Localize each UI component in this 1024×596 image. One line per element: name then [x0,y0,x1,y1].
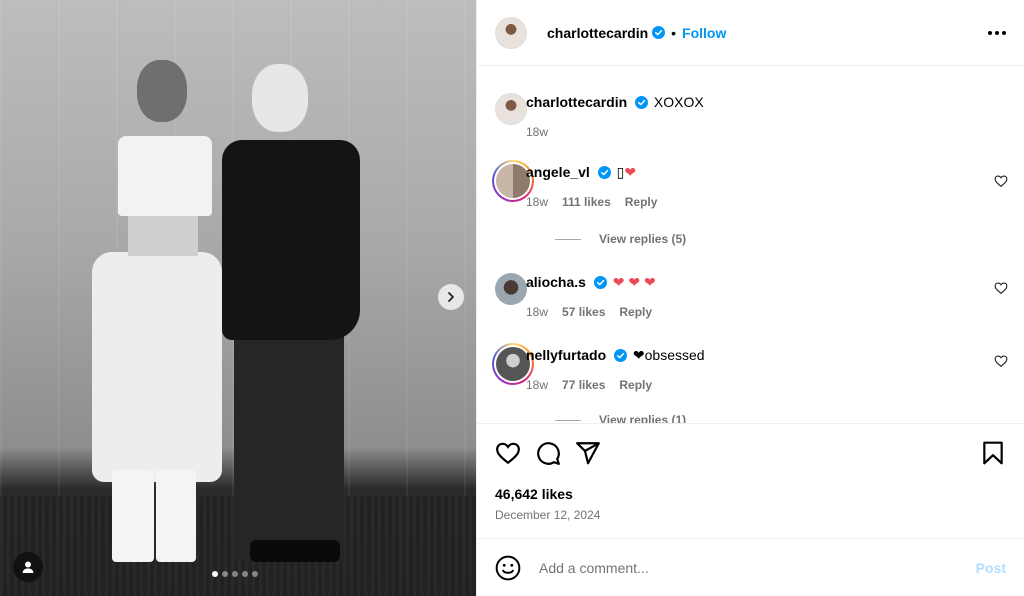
post-dialog: charlottecardin • Follow charlottecardin… [0,0,1024,596]
photo-figure-right-shoes [250,540,340,562]
photo-figure-right-head [252,64,308,132]
verified-icon [635,96,649,109]
photo-figure-left [92,252,222,482]
author-avatar[interactable] [495,93,527,125]
comment-username[interactable]: aliocha.s [526,274,586,290]
photo-figure-left-boot [156,470,196,562]
photo-figure-left-boot [112,470,154,562]
post-header: charlottecardin • Follow [477,0,1024,66]
add-comment-bar: Post [477,538,1024,596]
comment-username[interactable]: angele_vl [526,164,590,180]
follow-button[interactable]: Follow [682,25,726,41]
more-icon[interactable] [988,30,1006,35]
carousel-dots [212,571,258,577]
comment-icon[interactable] [535,440,561,466]
verified-icon [614,349,628,362]
comment-age[interactable]: 18w [526,193,548,211]
comment-age[interactable]: 18w [526,303,548,321]
post-actions: 46,642 likes December 12, 2024 [477,423,1024,522]
comment-likes[interactable]: 57 likes [562,303,605,321]
post-side-panel: charlottecardin • Follow charlottecardin… [476,0,1024,596]
caption-age[interactable]: 18w [526,123,548,141]
view-replies-button[interactable]: View replies (1) [555,413,686,423]
comment-text: ❤ [624,164,637,180]
share-icon[interactable] [575,440,601,466]
carousel-dot [252,571,258,577]
caption-text: XOXOX [653,94,704,110]
reply-button[interactable]: Reply [619,303,652,321]
author-avatar[interactable] [495,16,527,49]
post-media[interactable] [0,0,476,596]
comment-age[interactable]: 18w [526,376,548,394]
carousel-dot [242,571,248,577]
comment-avatar[interactable] [495,273,527,305]
post-comment-button[interactable]: Post [976,560,1006,576]
emoji-icon[interactable] [495,555,521,581]
comment-text: ❤ ❤ ❤ [612,274,656,290]
verified-icon [593,276,607,289]
comments-list[interactable]: charlottecardin XOXOX 18w angele_vl ▯❤ 1… [477,66,1024,423]
reply-button[interactable]: Reply [619,376,652,394]
comment-likes[interactable]: 77 likes [562,376,605,394]
chevron-right-icon [448,292,454,302]
comment-text: ❤obsessed [632,347,705,363]
heart-icon[interactable] [994,281,1008,295]
tagged-users-button[interactable] [13,552,43,582]
heart-icon[interactable] [994,354,1008,368]
user-tag-icon [22,561,34,573]
caption-username[interactable]: charlottecardin [526,94,627,110]
carousel-dot [212,571,218,577]
verified-icon [652,26,666,39]
heart-icon[interactable] [495,440,521,466]
author-username[interactable]: charlottecardin [547,25,648,41]
reply-button[interactable]: Reply [625,193,658,211]
carousel-dot [222,571,228,577]
photo-figure-left-top [118,136,212,216]
post-date[interactable]: December 12, 2024 [495,508,1006,522]
carousel-next-button[interactable] [438,284,464,310]
like-count[interactable]: 46,642 likes [495,486,1006,502]
photo-figure-left-waist [128,214,198,256]
carousel-dot [232,571,238,577]
view-replies-label: View replies (5) [599,232,687,246]
photo-figure-right-top [222,140,360,340]
heart-icon[interactable] [994,174,1008,188]
comment-likes[interactable]: 111 likes [562,193,611,211]
comment-username[interactable]: nellyfurtado [526,347,606,363]
verified-icon [597,166,611,179]
view-replies-button[interactable]: View replies (5) [555,232,686,246]
header-separator: • [671,24,677,41]
view-replies-label: View replies (1) [599,413,687,423]
comment-input[interactable] [539,559,976,576]
bookmark-icon[interactable] [980,440,1006,466]
photo-figure-left-head [137,60,187,122]
